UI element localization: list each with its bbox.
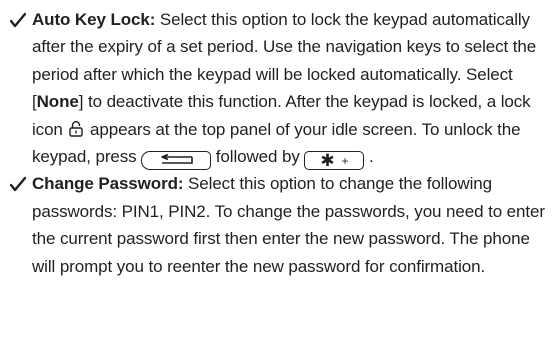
back-arrow-icon — [161, 154, 193, 164]
auto-key-lock-text-4: followed by — [211, 147, 305, 167]
checkmark-icon — [10, 12, 26, 28]
auto-key-lock-term: Auto Key Lock: — [32, 10, 156, 29]
none-option-label: None — [36, 92, 79, 112]
plus-symbol: + — [341, 153, 349, 168]
back-key-icon — [141, 150, 212, 170]
lock-icon — [69, 120, 84, 137]
star-key-icon: ✱ + — [304, 151, 365, 171]
change-password-item: Change Password: Select this option to c… — [8, 170, 547, 280]
star-symbol: ✱ — [320, 151, 335, 171]
auto-key-lock-item: Auto Key Lock: Select this option to loc… — [8, 6, 547, 171]
checkmark-icon — [10, 177, 26, 192]
manual-page: Auto Key Lock: Select this option to loc… — [0, 0, 555, 351]
change-password-term: Change Password: — [32, 174, 184, 194]
auto-key-lock-text-5: . — [364, 147, 374, 167]
